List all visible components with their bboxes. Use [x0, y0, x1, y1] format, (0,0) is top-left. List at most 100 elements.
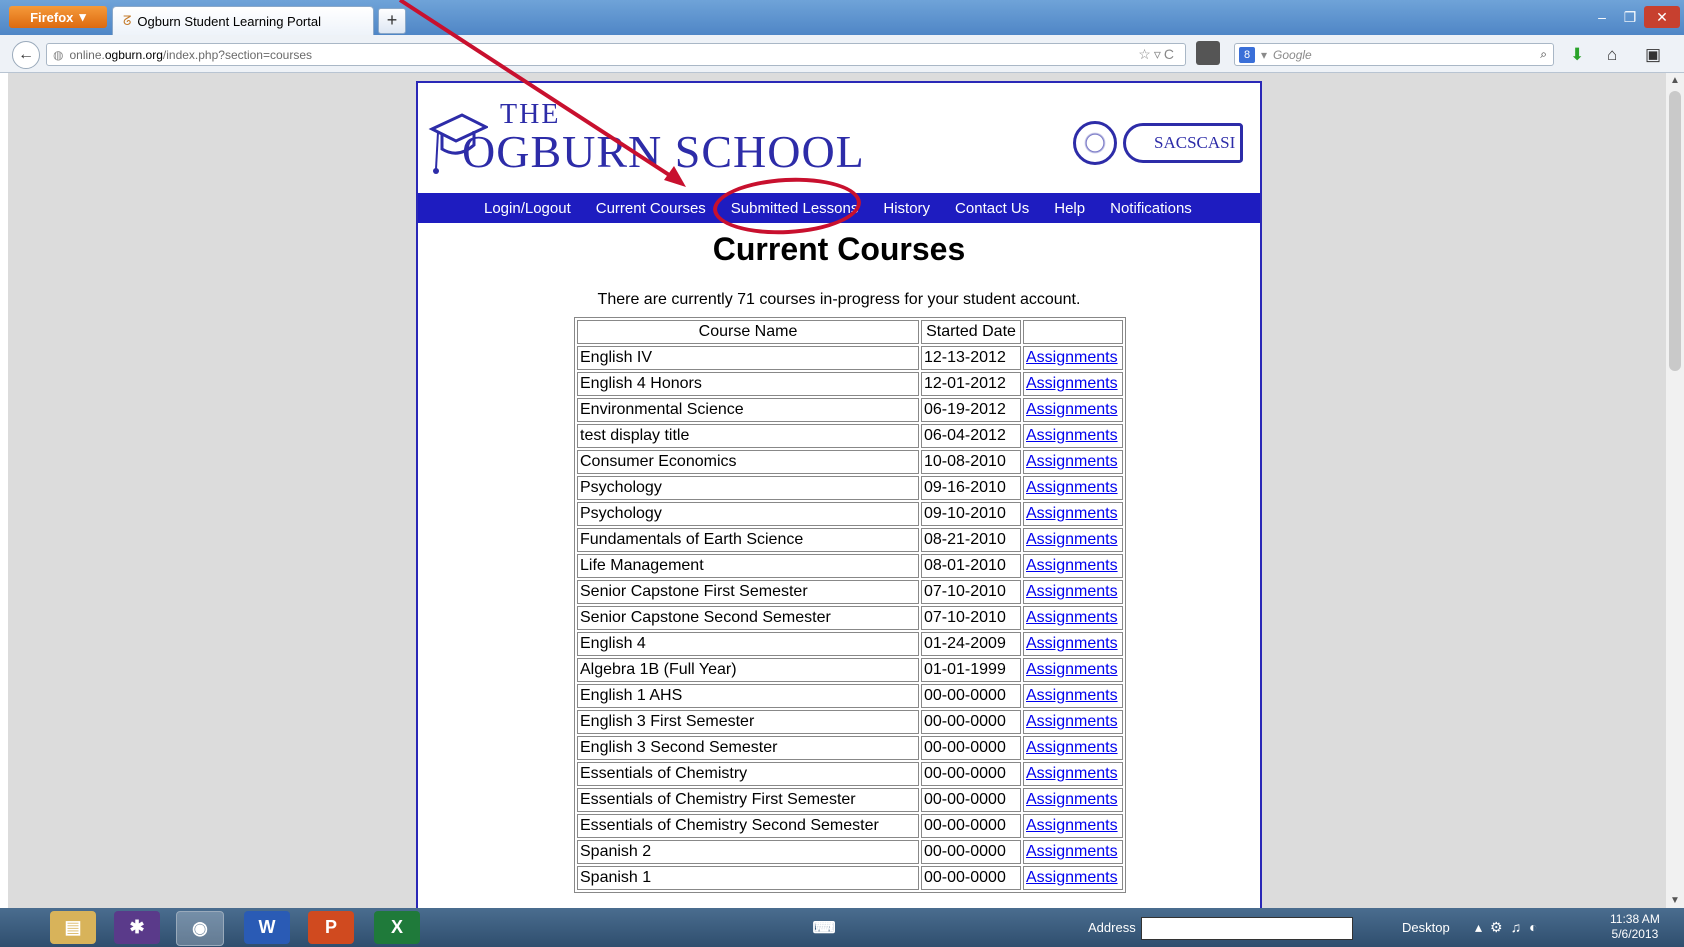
table-row: Senior Capstone Second Semester 07-10-201… — [577, 606, 1123, 630]
table-row: English 3 First Semester 00-00-0000 Assign… — [577, 710, 1123, 734]
nav-history[interactable]: History — [883, 200, 930, 217]
nav-current-courses[interactable]: Current Courses — [596, 200, 706, 217]
address-toolbar-label: Address — [1088, 920, 1136, 935]
file-explorer-icon[interactable]: ▤ — [50, 911, 96, 944]
assignments-link[interactable]: Assignments — [1026, 349, 1118, 366]
table-row: Senior Capstone First Semester 07-10-2010… — [577, 580, 1123, 604]
home-icon[interactable]: ⌂ — [1607, 45, 1617, 65]
courses-table: Course Name Started Date English IV 12-13… — [574, 317, 1126, 893]
started-date-cell: 00-00-0000 — [921, 840, 1021, 864]
reload-icon[interactable]: C — [1164, 46, 1177, 62]
school-logo[interactable]: THE OGBURN SCHOOL — [428, 97, 864, 187]
url-actions: ☆▿C — [1138, 46, 1177, 63]
excel-icon[interactable]: X — [374, 911, 420, 944]
started-date-cell: 06-04-2012 — [921, 424, 1021, 448]
assignments-link[interactable]: Assignments — [1026, 739, 1118, 756]
assignments-link[interactable]: Assignments — [1026, 791, 1118, 808]
started-date-cell: 09-10-2010 — [921, 502, 1021, 526]
nav-login-logout[interactable]: Login/Logout — [484, 200, 571, 217]
assignments-link[interactable]: Assignments — [1026, 609, 1118, 626]
assignments-cell: Assignments — [1023, 658, 1123, 682]
address-toolbar-input[interactable] — [1141, 917, 1353, 940]
assignments-link[interactable]: Assignments — [1026, 557, 1118, 574]
search-placeholder: Google — [1273, 47, 1312, 62]
tab-title: Ogburn Student Learning Portal — [137, 13, 321, 29]
page-title: Current Courses — [712, 231, 966, 267]
system-tray-icons[interactable]: ▴⚙♫◐ — [1475, 919, 1546, 936]
desktop-toolbar-label[interactable]: Desktop — [1402, 920, 1450, 935]
course-name-cell: Algebra 1B (Full Year) — [577, 658, 919, 682]
course-name-cell: English 1 AHS — [577, 684, 919, 708]
new-tab-button[interactable]: + — [378, 8, 406, 34]
assignments-link[interactable]: Assignments — [1026, 869, 1118, 886]
close-button[interactable]: ✕ — [1644, 6, 1680, 28]
clock-date: 5/6/2013 — [1611, 927, 1659, 941]
assignments-link[interactable]: Assignments — [1026, 765, 1118, 782]
started-date-cell: 08-21-2010 — [921, 528, 1021, 552]
firefox-menu-button[interactable]: Firefox ▾ — [9, 6, 107, 28]
vertical-scrollbar[interactable]: ▲ ▼ — [1666, 73, 1684, 908]
assignments-link[interactable]: Assignments — [1026, 843, 1118, 860]
course-name-cell: English 4 — [577, 632, 919, 656]
feed-icon[interactable] — [1196, 41, 1220, 65]
assignments-link[interactable]: Assignments — [1026, 453, 1118, 470]
table-row: English IV 12-13-2012 Assignments — [577, 346, 1123, 370]
assignments-link[interactable]: Assignments — [1026, 661, 1118, 678]
assignments-link[interactable]: Assignments — [1026, 531, 1118, 548]
assignments-link[interactable]: Assignments — [1026, 713, 1118, 730]
app-launcher-icon[interactable]: ✱ — [114, 911, 160, 944]
course-name-cell: test display title — [577, 424, 919, 448]
word-icon[interactable]: W — [244, 911, 290, 944]
firefox-taskbar-icon[interactable]: ◉ — [176, 911, 224, 946]
scroll-thumb[interactable] — [1669, 91, 1681, 371]
url-bar[interactable]: ◍ online.ogburn.org/index.php?section=co… — [46, 43, 1186, 66]
assignments-link[interactable]: Assignments — [1026, 817, 1118, 834]
chevron-down-icon: ▾ — [79, 9, 86, 24]
logo-name: OGBURN SCHOOL — [462, 126, 865, 177]
course-name-cell: Essentials of Chemistry Second Semester — [577, 814, 919, 838]
powerpoint-icon[interactable]: P — [308, 911, 354, 944]
assignments-cell: Assignments — [1023, 684, 1123, 708]
started-date-cell: 10-08-2010 — [921, 450, 1021, 474]
started-date-cell: 00-00-0000 — [921, 866, 1021, 890]
accreditation-logos: SACSCASI — [1073, 121, 1253, 171]
started-date-cell: 09-16-2010 — [921, 476, 1021, 500]
back-button[interactable]: ← — [12, 41, 40, 69]
course-rows: English IV 12-13-2012 Assignments English 4… — [577, 346, 1123, 890]
search-engine-dropdown-icon[interactable]: ▾ — [1261, 48, 1267, 62]
taskbar-clock[interactable]: 11:38 AM 5/6/2013 — [1610, 912, 1660, 942]
started-date-cell: 00-00-0000 — [921, 814, 1021, 838]
table-row: test display title 06-04-2012 Assignments — [577, 424, 1123, 448]
search-bar[interactable]: 8 ▾ Google ⌕ — [1234, 43, 1554, 66]
dropdown-icon[interactable]: ▿ — [1154, 46, 1164, 62]
bookmark-star-icon[interactable]: ☆ — [1138, 46, 1154, 62]
assignments-link[interactable]: Assignments — [1026, 687, 1118, 704]
scroll-up-icon[interactable]: ▲ — [1666, 75, 1684, 86]
assignments-link[interactable]: Assignments — [1026, 401, 1118, 418]
table-row: English 4 Honors 12-01-2012 Assignments — [577, 372, 1123, 396]
intro-text: There are currently 71 courses in-progre… — [597, 291, 1081, 308]
nav-help[interactable]: Help — [1054, 200, 1085, 217]
started-date-cell: 12-01-2012 — [921, 372, 1021, 396]
assignments-link[interactable]: Assignments — [1026, 375, 1118, 392]
keyboard-icon[interactable]: ⌨ — [806, 911, 842, 944]
download-icon[interactable]: ⬇ — [1570, 45, 1584, 65]
table-row: English 1 AHS 00-00-0000 Assignments — [577, 684, 1123, 708]
extension-menu-icon[interactable]: ▣ — [1645, 45, 1661, 65]
assignments-link[interactable]: Assignments — [1026, 635, 1118, 652]
assignments-link[interactable]: Assignments — [1026, 479, 1118, 496]
minimize-button[interactable]: – — [1588, 6, 1616, 28]
started-date-cell: 01-01-1999 — [921, 658, 1021, 682]
assignments-link[interactable]: Assignments — [1026, 583, 1118, 600]
course-name-cell: Life Management — [577, 554, 919, 578]
nav-notifications[interactable]: Notifications — [1110, 200, 1192, 217]
nav-contact-us[interactable]: Contact Us — [955, 200, 1029, 217]
assignments-link[interactable]: Assignments — [1026, 505, 1118, 522]
restore-button[interactable]: ❐ — [1616, 6, 1644, 28]
table-row: Psychology 09-10-2010 Assignments — [577, 502, 1123, 526]
assignments-link[interactable]: Assignments — [1026, 427, 1118, 444]
browser-tab[interactable]: ᘔ Ogburn Student Learning Portal — [112, 6, 374, 35]
scroll-down-icon[interactable]: ▼ — [1666, 895, 1684, 906]
search-icon[interactable]: ⌕ — [1540, 47, 1547, 62]
browser-navigation-bar: ← ◍ online.ogburn.org/index.php?section=… — [0, 35, 1684, 73]
